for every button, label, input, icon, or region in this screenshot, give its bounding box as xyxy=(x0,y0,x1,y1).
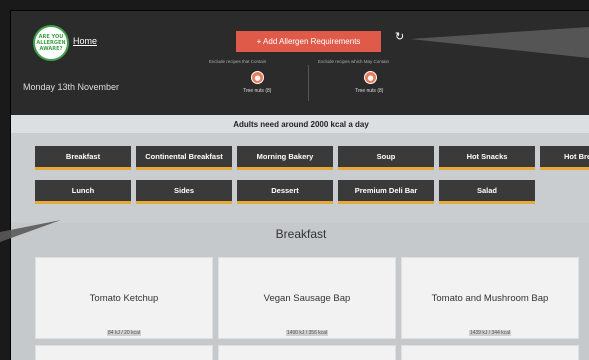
recipe-name: Vegan Sausage Bap xyxy=(263,293,351,304)
date-label: Monday 13th November xyxy=(23,82,120,92)
category-salad[interactable]: Salad xyxy=(439,180,535,204)
category-morning-bakery[interactable]: Morning Bakery xyxy=(237,146,333,170)
nut-contain-text: Tree nuts (8) xyxy=(243,88,272,94)
tree-nut-icon[interactable]: ● xyxy=(251,71,264,84)
category-continental-breakfast[interactable]: Continental Breakfast xyxy=(136,146,232,170)
category-grid: Breakfast Continental Breakfast Morning … xyxy=(11,133,589,223)
category-breakfast[interactable]: Breakfast xyxy=(35,146,131,170)
recipe-energy: 1490 kJ / 356 kcal xyxy=(219,330,395,336)
recipe-name: Tomato Ketchup xyxy=(89,293,159,304)
recipe-card[interactable]: Vegan Sausage Bap 1490 kJ / 356 kcal xyxy=(218,257,396,339)
recipe-energy: 1439 kJ / 344 kcal xyxy=(402,330,578,336)
recipe-energy: 84 kJ / 20 kcal xyxy=(36,330,212,336)
recipe-card[interactable] xyxy=(401,345,579,360)
recipe-energy-value: 84 kJ / 20 kcal xyxy=(107,330,141,336)
tree-nut-icon[interactable]: ● xyxy=(364,71,377,84)
recipe-energy-value: 1490 kJ / 356 kcal xyxy=(285,330,329,336)
allergen-aware-logo[interactable]: ARE YOU ALLERGEN AWARE? xyxy=(33,25,69,61)
category-soup[interactable]: Soup xyxy=(338,146,434,170)
refresh-icon[interactable]: ↻ xyxy=(395,31,407,43)
recipe-card[interactable]: Tomato and Mushroom Bap 1439 kJ / 344 kc… xyxy=(401,257,579,339)
breakfast-section: Breakfast Tomato Ketchup 84 kJ / 20 kcal… xyxy=(11,223,589,360)
category-sides[interactable]: Sides xyxy=(136,180,232,204)
exclude-may-contain-label: Exclude recipes which May Contain xyxy=(318,59,390,64)
recipe-name: Tomato and Mushroom Bap xyxy=(431,293,549,304)
app-frame: ARE YOU ALLERGEN AWARE? Home + Add Aller… xyxy=(10,10,589,360)
logo-text: ARE YOU ALLERGEN AWARE? xyxy=(36,34,66,52)
nut-may-contain-text: Tree nuts (8) xyxy=(355,88,384,94)
recipe-card[interactable] xyxy=(35,345,213,360)
recipe-card[interactable]: Tomato Ketchup 84 kJ / 20 kcal xyxy=(35,257,213,339)
kcal-note: Adults need around 2000 kcal a day xyxy=(11,115,589,133)
divider xyxy=(308,65,309,101)
home-link[interactable]: Home xyxy=(73,36,97,46)
recipe-energy-value: 1439 kJ / 344 kcal xyxy=(468,330,512,336)
category-hot-snacks[interactable]: Hot Snacks xyxy=(439,146,535,170)
category-dessert[interactable]: Dessert xyxy=(237,180,333,204)
section-title: Breakfast xyxy=(275,227,327,241)
category-lunch[interactable]: Lunch xyxy=(35,180,131,204)
add-allergen-requirements-button[interactable]: + Add Allergen Requirements xyxy=(236,31,381,52)
exclude-contain-label: Exclude recipes that Contain xyxy=(209,59,267,64)
header: ARE YOU ALLERGEN AWARE? Home + Add Aller… xyxy=(11,11,589,115)
category-premium-deli-bar[interactable]: Premium Deli Bar xyxy=(338,180,434,204)
recipe-card[interactable] xyxy=(218,345,396,360)
category-hot-breads[interactable]: Hot Breads xyxy=(540,146,589,170)
